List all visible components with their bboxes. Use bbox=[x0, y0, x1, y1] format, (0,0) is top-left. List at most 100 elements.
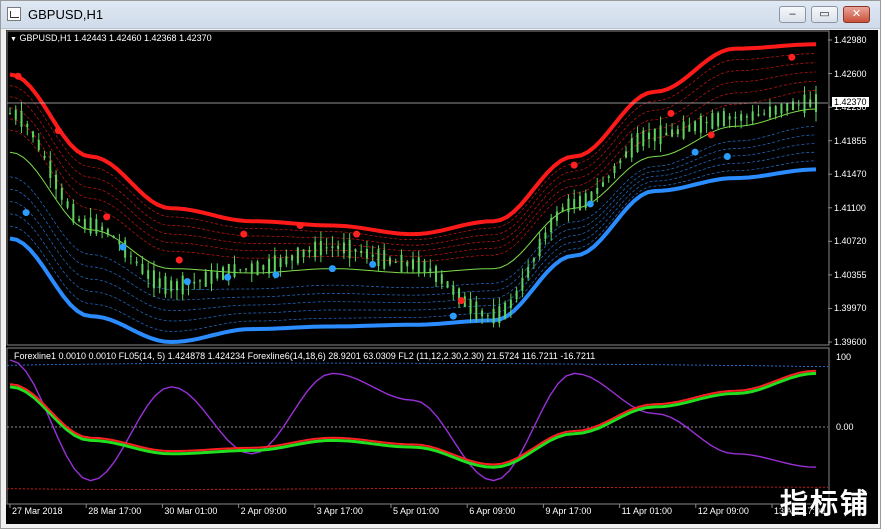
title-bar[interactable]: GBPUSD,H1 – ▭ ✕ bbox=[1, 1, 880, 29]
price-chart[interactable] bbox=[6, 30, 878, 524]
sell-signal-dot bbox=[14, 72, 22, 80]
time-axis-label: 6 Apr 09:00 bbox=[469, 506, 516, 516]
candle-body bbox=[43, 155, 46, 159]
candle-body bbox=[147, 270, 150, 279]
candle-body bbox=[561, 207, 564, 212]
candle-body bbox=[222, 267, 225, 280]
candle-body bbox=[757, 114, 760, 116]
candle-body bbox=[601, 182, 604, 187]
price-axis-label: 1.39600 bbox=[834, 337, 867, 347]
candle-body bbox=[95, 218, 98, 234]
candle-body bbox=[377, 249, 380, 267]
candle-body bbox=[665, 132, 668, 136]
candle-body bbox=[705, 121, 708, 124]
candle-body bbox=[20, 110, 23, 127]
candle-body bbox=[262, 265, 265, 270]
candle-body bbox=[498, 306, 501, 324]
price-axis-label: 1.42980 bbox=[834, 35, 867, 45]
forexline1-green-line bbox=[9, 371, 817, 469]
upper-inner-band-1 bbox=[9, 53, 817, 241]
candle-body bbox=[751, 111, 754, 121]
candle-body bbox=[648, 132, 651, 140]
buy-signal-dot bbox=[449, 312, 457, 320]
sell-signal-dot bbox=[353, 230, 361, 238]
candle-body bbox=[803, 94, 806, 113]
candle-body bbox=[388, 257, 391, 265]
candle-body bbox=[285, 256, 288, 265]
candle-body bbox=[233, 264, 236, 277]
candle-body bbox=[682, 121, 685, 139]
candle-body bbox=[630, 138, 633, 158]
candle-body bbox=[521, 277, 524, 291]
candle-body bbox=[158, 278, 161, 288]
candle-body bbox=[239, 269, 242, 271]
price-axis-label: 1.40355 bbox=[834, 269, 867, 280]
candle-body bbox=[291, 255, 294, 261]
price-axis-label: 1.41470 bbox=[834, 169, 867, 180]
candle-body bbox=[181, 275, 184, 295]
minimize-button[interactable]: – bbox=[779, 6, 806, 23]
price-axis-label: 1.39970 bbox=[834, 303, 867, 314]
candle-body bbox=[481, 310, 484, 317]
time-axis-label: 3 Apr 17:00 bbox=[316, 506, 363, 516]
candle-body bbox=[273, 255, 276, 274]
candle-body bbox=[55, 174, 58, 190]
candle-body bbox=[256, 261, 259, 276]
candle-body bbox=[625, 151, 628, 158]
candle-body bbox=[412, 259, 414, 270]
candle-body bbox=[354, 249, 357, 252]
candle-body bbox=[101, 226, 104, 231]
candle-body bbox=[717, 112, 720, 127]
candle-body bbox=[319, 240, 322, 256]
candle-body bbox=[26, 123, 29, 128]
candle-body bbox=[452, 285, 455, 295]
candle-body bbox=[711, 113, 714, 129]
candle-body bbox=[37, 140, 40, 151]
candle-body bbox=[567, 198, 570, 213]
candle-body bbox=[308, 249, 311, 253]
candle-body bbox=[210, 270, 213, 284]
candle-body bbox=[734, 116, 737, 119]
candle-body bbox=[342, 242, 345, 254]
candle-body bbox=[446, 281, 449, 288]
candle-body bbox=[314, 241, 317, 258]
candle-body bbox=[544, 232, 547, 239]
candle-body bbox=[722, 111, 725, 126]
candle-body bbox=[371, 254, 374, 257]
candle-body bbox=[613, 165, 616, 174]
upper-level-line bbox=[6, 362, 829, 368]
chart-window-icon bbox=[7, 7, 21, 21]
upper-inner-band-5 bbox=[9, 90, 817, 263]
candle-body bbox=[49, 160, 52, 178]
candle-body bbox=[60, 187, 63, 200]
candle-body bbox=[786, 103, 789, 112]
forexline1-red-line bbox=[9, 369, 817, 466]
candle-body bbox=[515, 290, 518, 300]
close-button[interactable]: ✕ bbox=[843, 6, 870, 23]
candle-body bbox=[279, 258, 282, 268]
candle-body bbox=[360, 250, 363, 254]
time-axis-label: 11 Apr 01:00 bbox=[621, 506, 672, 516]
candle-body bbox=[694, 121, 697, 132]
buy-signal-dot bbox=[119, 243, 127, 251]
candle-body bbox=[740, 114, 743, 121]
candle-body bbox=[642, 130, 645, 147]
candle-body bbox=[636, 133, 639, 152]
candle-body bbox=[486, 315, 489, 317]
sell-signal-dot bbox=[175, 256, 183, 264]
candle-body bbox=[555, 211, 558, 221]
candle-body bbox=[699, 115, 702, 133]
chart-menu-icon[interactable]: ▼ bbox=[10, 36, 17, 43]
candle-body bbox=[578, 196, 581, 210]
buy-signal-dot bbox=[691, 148, 699, 156]
candle-body bbox=[492, 308, 495, 324]
chart-area[interactable]: ▼ GBPUSD,H1 1.42443 1.42460 1.42368 1.42… bbox=[6, 30, 878, 524]
candle-body bbox=[245, 268, 248, 270]
buy-signal-dot bbox=[723, 152, 731, 160]
candle-body bbox=[406, 262, 409, 267]
main-chart-header: ▼ GBPUSD,H1 1.42443 1.42460 1.42368 1.42… bbox=[10, 33, 212, 43]
restore-button[interactable]: ▭ bbox=[811, 6, 838, 23]
candle-body bbox=[66, 201, 69, 208]
time-axis-label: 5 Apr 01:00 bbox=[393, 506, 440, 516]
candle-body bbox=[745, 116, 748, 118]
